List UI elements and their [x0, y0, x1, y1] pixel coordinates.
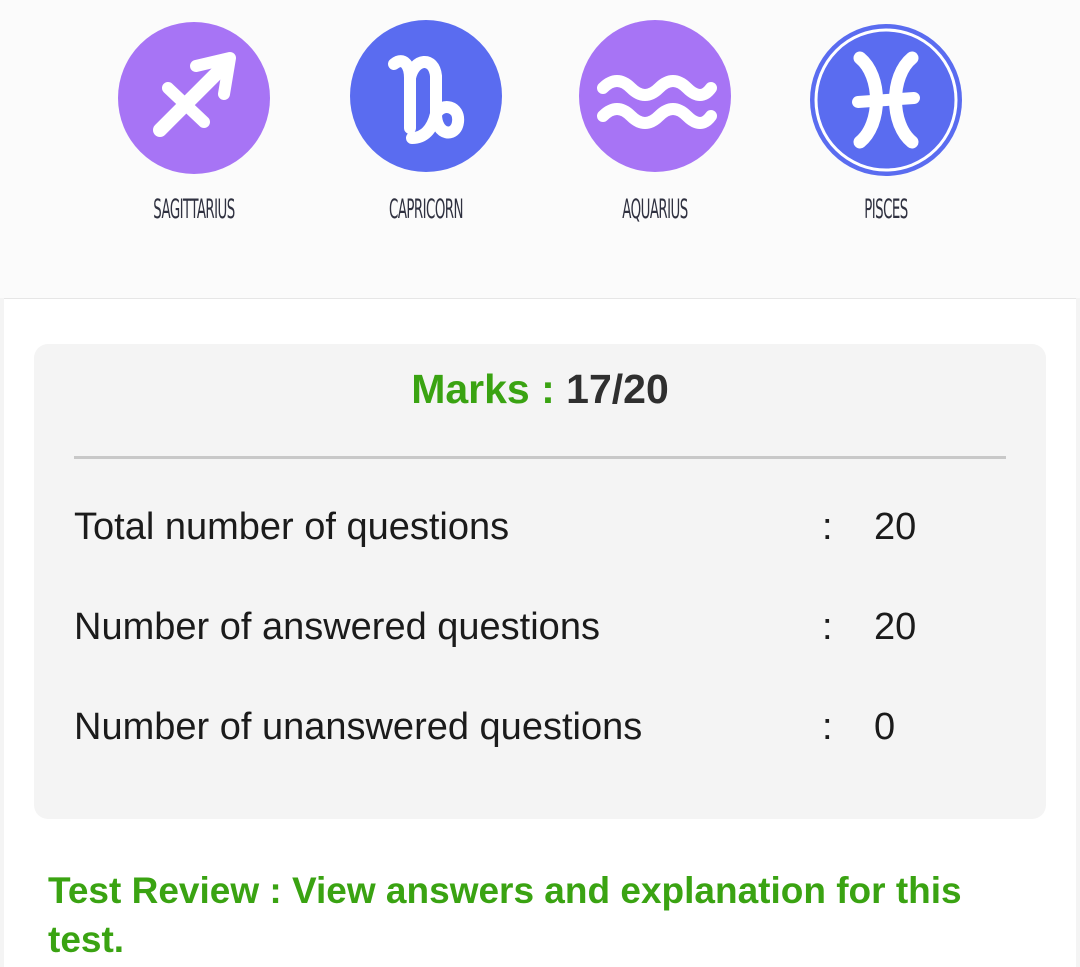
divider	[74, 456, 1006, 459]
aquarius-icon	[579, 20, 731, 172]
stat-colon: :	[822, 506, 833, 548]
stat-label: Number of answered questions	[74, 606, 600, 648]
test-review-link[interactable]: Test Review : View answers and explanati…	[48, 866, 1008, 964]
capricorn-icon	[350, 20, 502, 172]
zodiac-aquarius[interactable]: AQUARIUS	[555, 18, 755, 225]
stat-colon: :	[822, 606, 833, 648]
pisces-icon	[810, 24, 962, 176]
stat-label: Total number of questions	[74, 506, 510, 548]
stat-row-total: Total number of questions : 20	[74, 506, 1006, 556]
zodiac-label: PISCES	[864, 194, 908, 225]
zodiac-pisces[interactable]: PISCES	[786, 18, 986, 225]
sagittarius-icon	[118, 22, 270, 174]
zodiac-label: CAPRICORN	[389, 194, 463, 225]
zodiac-label: SAGITTARIUS	[153, 194, 235, 225]
zodiac-label: AQUARIUS	[622, 194, 688, 225]
stat-row-unanswered: Number of unanswered questions : 0	[74, 706, 1006, 756]
stat-colon: :	[822, 706, 833, 748]
stat-value: 20	[874, 506, 917, 548]
stat-row-answered: Number of answered questions : 20	[74, 606, 1006, 656]
score-summary: Marks : 17/20 Total number of questions …	[34, 344, 1046, 819]
marks-value: 17/20	[566, 366, 669, 412]
marks-label: Marks :	[411, 366, 555, 412]
marks-heading: Marks : 17/20	[34, 366, 1046, 413]
stat-label: Number of unanswered questions	[74, 706, 643, 748]
result-card: Marks : 17/20 Total number of questions …	[4, 298, 1076, 967]
zodiac-strip: SAGITTARIUS CAPRICORN AQUARIUS PISCES	[0, 0, 1080, 298]
stat-value: 0	[874, 706, 896, 748]
zodiac-capricorn[interactable]: CAPRICORN	[326, 18, 526, 225]
stat-value: 20	[874, 606, 917, 648]
zodiac-sagittarius[interactable]: SAGITTARIUS	[94, 18, 294, 225]
